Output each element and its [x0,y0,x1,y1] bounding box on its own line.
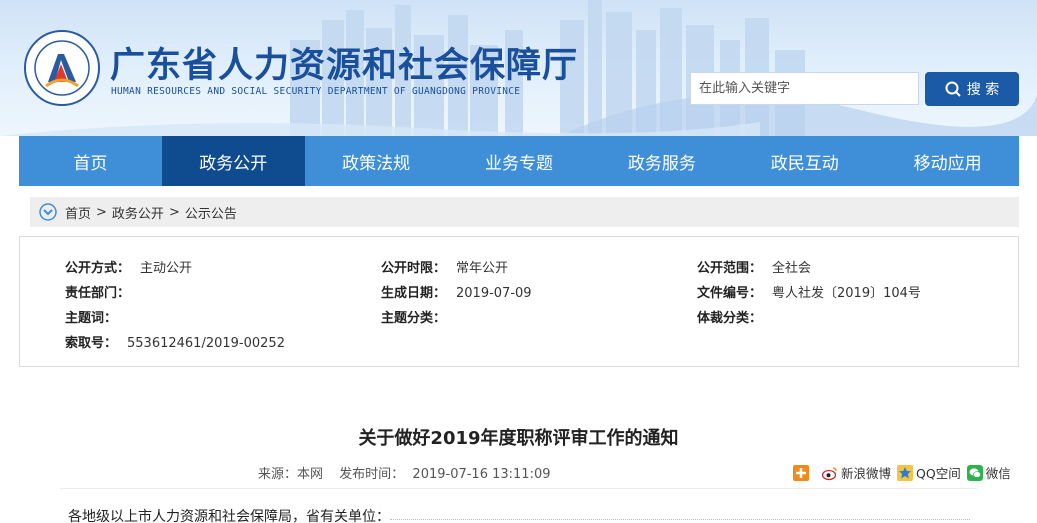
nav-item-services[interactable]: 政务服务 [590,136,733,186]
location-icon [39,203,57,221]
meta-row: 主题词： 主题分类： 体裁分类： [20,307,1018,327]
plus-icon [793,464,809,481]
nav-item-interaction[interactable]: 政民互动 [733,136,876,186]
meta-value: 粤人社发〔2019〕104号 [772,286,921,301]
department-logo [24,30,100,106]
nav-item-topics[interactable]: 业务专题 [448,136,591,186]
article-publish-time: 发布时间： 2019-07-16 13:11:09 [339,467,551,482]
document-meta-panel: 公开方式： 主动公开 公开时限： 常年公开 公开范围： 全社会 责任部门： 生成日期：… [19,236,1019,367]
meta-row: 责任部门： 生成日期： 2019-07-09 文件编号： 粤人社发〔2019〕104… [20,282,1018,302]
share-wechat-label: 微信 [985,466,1011,481]
search-button[interactable]: 搜 索 [925,72,1019,106]
site-subtitle: HUMAN RESOURCES AND SOCIAL SECURITY DEPA… [111,86,521,97]
share-weibo-label: 新浪微博 [841,466,892,481]
meta-label: 责任部门： [65,286,131,301]
wechat-icon [966,464,983,481]
breadcrumb-home[interactable]: 首页 [65,203,91,222]
share-qzone-button[interactable]: QQ空间 [897,463,961,482]
meta-label: 索取号： [65,336,118,351]
meta-value: 常年公开 [456,261,509,276]
nav-item-policies[interactable]: 政策法规 [305,136,448,186]
breadcrumb-government-affairs[interactable]: 政务公开 [112,203,164,222]
site-header: 广东省人力资源和社会保障厅 HUMAN RESOURCES AND SOCIAL… [0,0,1037,136]
nav-item-government-affairs[interactable]: 政务公开 [161,136,305,186]
site-title: 广东省人力资源和社会保障厅 [110,45,579,86]
nav-item-home[interactable]: 首页 [19,136,162,186]
meta-row: 公开方式： 主动公开 公开时限： 常年公开 公开范围： 全社会 [20,257,1018,277]
share-wechat-button[interactable]: 微信 [966,463,1011,482]
meta-label: 公开时限： [381,261,447,276]
breadcrumb-announcements[interactable]: 公示公告 [185,203,237,222]
share-weibo-button[interactable]: 新浪微博 [822,463,891,482]
qzone-icon [897,464,914,481]
meta-row: 索取号： 553612461/2019-00252 [20,332,1018,352]
breadcrumb: 首页 > 政务公开 > 公示公告 [30,197,1019,227]
meta-label: 生成日期： [381,286,447,301]
nav-item-mobile[interactable]: 移动应用 [876,136,1019,186]
meta-value: 全社会 [772,261,812,276]
search-button-label: 搜 索 [966,82,1000,98]
meta-label: 体裁分类： [697,311,763,326]
share-qzone-label: QQ空间 [916,466,961,481]
article-salutation: 各地级以上市人力资源和社会保障局，省有关单位： [68,509,390,523]
article-source: 来源：本网 [258,467,324,482]
breadcrumb-separator: > [96,204,107,220]
meta-label: 公开范围： [697,261,763,276]
search-icon [945,81,961,97]
meta-label: 主题词： [65,311,118,326]
meta-value: 2019-07-09 [456,286,532,301]
main-nav: 首页 政务公开 政策法规 业务专题 政务服务 政民互动 移动应用 [19,136,1019,186]
meta-label: 文件编号： [697,286,763,301]
breadcrumb-separator: > [168,204,180,220]
article-divider [60,488,977,489]
share-more-button[interactable] [793,464,812,481]
search-input[interactable] [690,72,919,105]
article-title: 关于做好2019年度职称评审工作的通知 [358,428,679,449]
meta-label: 主题分类： [381,311,447,326]
weibo-icon [822,465,838,481]
dotted-rule [390,519,970,520]
meta-label: 公开方式： [65,261,131,276]
meta-value: 553612461/2019-00252 [127,336,285,351]
meta-value: 主动公开 [140,261,193,276]
article-info: 来源：本网 发布时间： 2019-07-16 13:11:09 [258,463,563,482]
share-bar: 新浪微博 QQ空间 微信 [793,463,1011,482]
